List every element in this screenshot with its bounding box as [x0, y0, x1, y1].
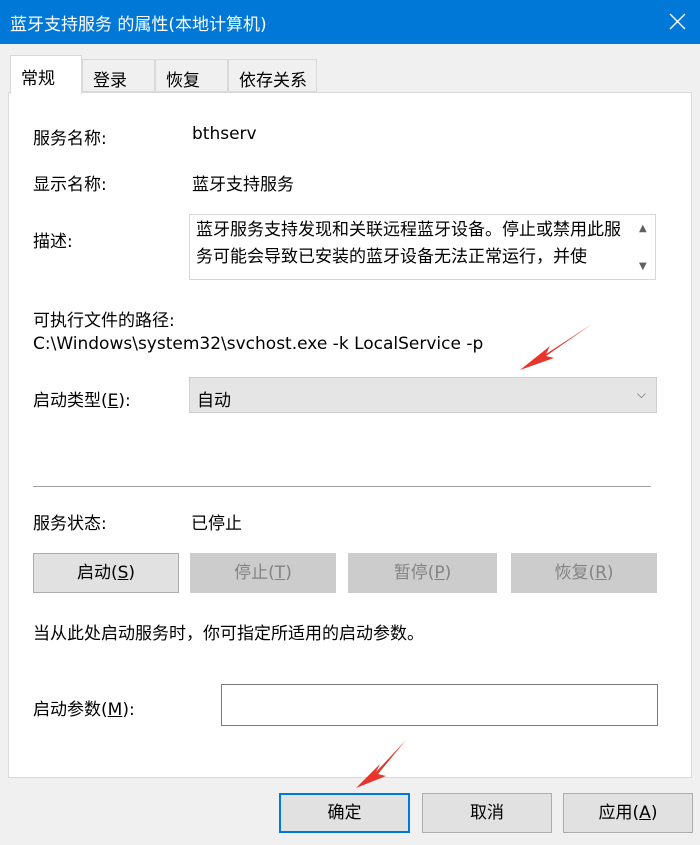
annotation-arrow-icon [520, 324, 592, 370]
display-name-label: 显示名称: [33, 175, 107, 195]
startup-params-label: 启动参数(M): [33, 700, 135, 720]
display-name-value: 蓝牙支持服务 [192, 175, 294, 195]
path-label: 可执行文件的路径: [33, 311, 175, 331]
divider [33, 486, 651, 487]
scroll-down-icon[interactable]: ▼ [639, 261, 647, 272]
description-label: 描述: [33, 232, 73, 252]
startup-params-input[interactable] [221, 684, 658, 726]
startup-type-select[interactable]: 自动 ⌵ [189, 377, 657, 413]
chevron-down-icon: ⌵ [636, 387, 646, 401]
path-value: C:\Windows\system32\svchost.exe -k Local… [33, 334, 484, 354]
service-name-label: 服务名称: [33, 129, 107, 149]
startup-params-hint: 当从此处启动服务时，你可指定所适用的启动参数。 [33, 624, 424, 644]
service-name-value: bthserv [192, 124, 257, 144]
stop-button[interactable]: 停止(T) [190, 553, 336, 593]
scroll-up-icon[interactable]: ▲ [639, 223, 647, 234]
startup-type-value: 自动 [197, 391, 231, 411]
pause-button[interactable]: 暂停(P) [348, 553, 497, 593]
status-value: 已停止 [191, 514, 242, 534]
description-text: 蓝牙服务支持发现和关联远程蓝牙设备。停止或禁用此服务可能会导致已安装的蓝牙设备无… [196, 220, 621, 267]
start-button[interactable]: 启动(S) [33, 553, 179, 593]
description-scrollbar[interactable]: ▲ ▼ [635, 215, 655, 279]
startup-type-label: 启动类型(E): [33, 391, 131, 411]
status-label: 服务状态: [33, 514, 107, 534]
resume-button[interactable]: 恢复(R) [511, 553, 657, 593]
description-box[interactable]: 蓝牙服务支持发现和关联远程蓝牙设备。停止或禁用此服务可能会导致已安装的蓝牙设备无… [189, 214, 656, 280]
annotation-arrow-icon [356, 740, 406, 788]
